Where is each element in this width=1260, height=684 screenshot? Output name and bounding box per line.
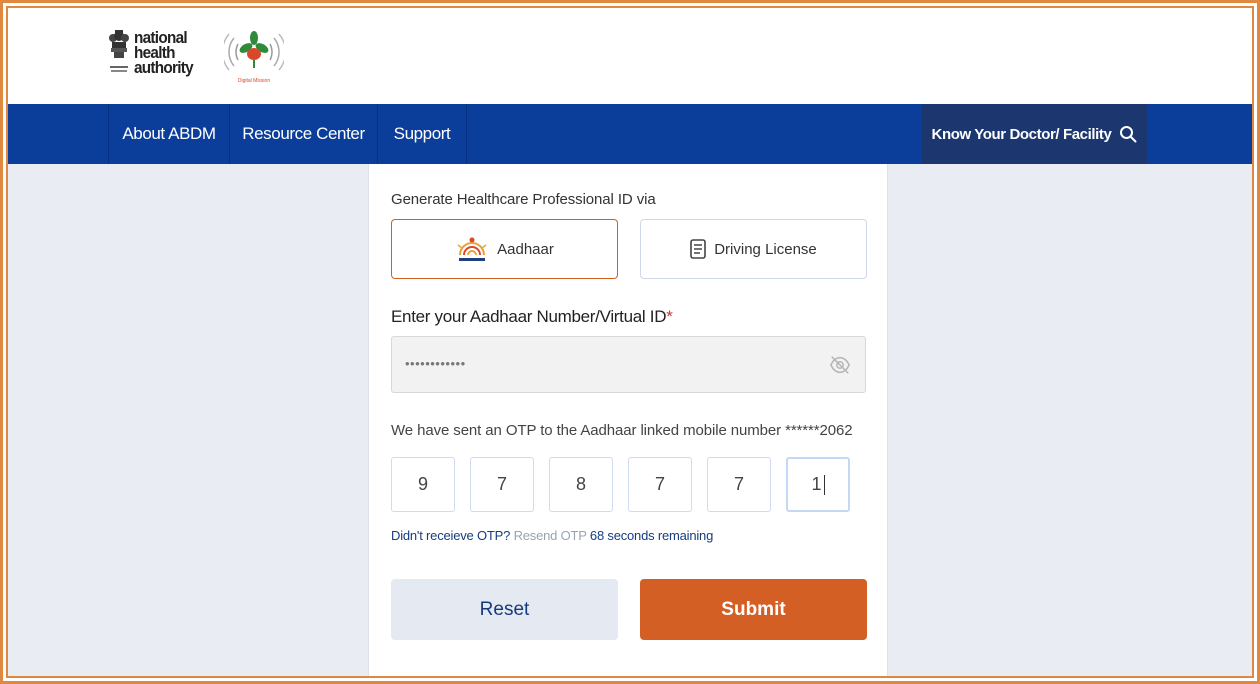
form-card: Generate Healthcare Professional ID via … xyxy=(368,164,888,678)
main-navbar: About ABDM Resource Center Support Know … xyxy=(8,104,1252,164)
otp-digit-5[interactable]: 7 xyxy=(707,457,771,512)
nha-logo-text: national health authority xyxy=(134,29,200,77)
required-mark: * xyxy=(666,307,673,326)
aadhaar-logo-icon xyxy=(457,237,487,261)
eye-off-icon[interactable] xyxy=(829,354,851,376)
otp-digit-2[interactable]: 7 xyxy=(470,457,534,512)
resend-countdown: 68 seconds remaining xyxy=(589,528,714,543)
abdm-logo-caption: Digital Mission xyxy=(238,78,270,84)
document-icon xyxy=(690,239,707,259)
otp-digit-1[interactable]: 9 xyxy=(391,457,455,512)
text-caret xyxy=(823,474,825,495)
nha-logo[interactable]: national health authority xyxy=(108,26,200,82)
otp-digit-6: 1 xyxy=(811,474,822,494)
nha-line-3: authority xyxy=(134,58,194,77)
clipped-text-fragment xyxy=(519,670,719,678)
aadhaar-number-label: Enter your Aadhaar Number/Virtual ID* xyxy=(391,307,673,327)
aadhaar-number-label-text: Enter your Aadhaar Number/Virtual ID xyxy=(391,307,667,326)
search-icon xyxy=(1120,126,1137,143)
resend-otp-row: Didn't receieve OTP? Resend OTP 68 secon… xyxy=(391,528,713,543)
page-viewport: national health authority Digital Missio… xyxy=(6,6,1254,678)
otp-digit-4[interactable]: 7 xyxy=(628,457,692,512)
know-your-doctor-button[interactable]: Know Your Doctor/ Facility xyxy=(922,104,1147,164)
generate-via-label: Generate Healthcare Professional ID via xyxy=(391,191,656,208)
driving-license-option-label: Driving License xyxy=(714,240,817,258)
aadhaar-masked-value: •••••••••••• xyxy=(405,356,466,371)
aadhaar-number-field[interactable]: •••••••••••• xyxy=(391,336,866,393)
aadhaar-option-label: Aadhaar xyxy=(497,240,554,258)
driving-license-option-button[interactable]: Driving License xyxy=(640,219,867,279)
reset-button[interactable]: Reset xyxy=(391,579,618,640)
nav-item-resource-center[interactable]: Resource Center xyxy=(229,104,377,164)
nav-item-about-abdm[interactable]: About ABDM xyxy=(108,104,229,164)
know-your-doctor-label: Know Your Doctor/ Facility xyxy=(931,125,1112,143)
resend-otp-link[interactable]: Resend OTP xyxy=(514,528,587,543)
resend-question: Didn't receieve OTP? xyxy=(391,528,511,543)
site-header: national health authority Digital Missio… xyxy=(8,8,1252,104)
otp-sent-message: We have sent an OTP to the Aadhaar linke… xyxy=(391,422,853,439)
otp-digit-6-box[interactable]: 1 xyxy=(786,457,850,512)
aadhaar-option-button[interactable]: Aadhaar xyxy=(391,219,618,279)
abdm-logo-icon[interactable]: Digital Mission xyxy=(224,24,284,88)
nav-item-support[interactable]: Support xyxy=(377,104,467,164)
submit-button[interactable]: Submit xyxy=(640,579,867,640)
otp-digit-3[interactable]: 8 xyxy=(549,457,613,512)
ashoka-emblem-icon xyxy=(109,30,129,72)
